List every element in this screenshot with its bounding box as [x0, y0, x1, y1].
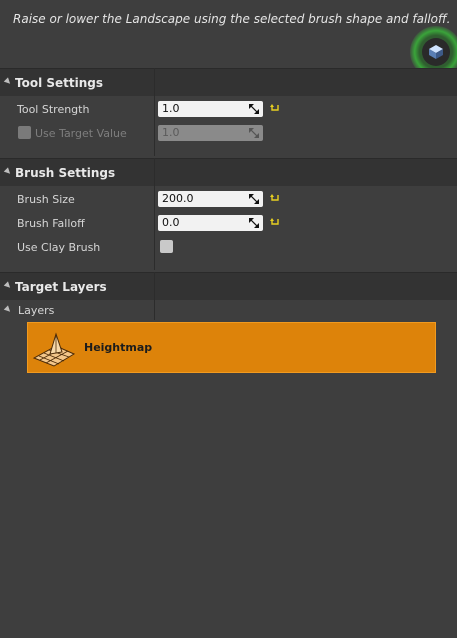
- tool-strength-label: Tool Strength: [17, 102, 90, 116]
- brush-size-field[interactable]: 200.0: [158, 191, 263, 207]
- collapse-arrow-icon[interactable]: [3, 304, 13, 314]
- brush-falloff-value: 0.0: [162, 216, 180, 229]
- tool-strength-field[interactable]: 1.0: [158, 101, 263, 117]
- tool-strength-row: Tool Strength 1.0: [0, 97, 457, 121]
- brush-size-label: Brush Size: [17, 192, 75, 206]
- brush-falloff-field[interactable]: 0.0: [158, 215, 263, 231]
- use-clay-brush-label: Use Clay Brush: [17, 240, 101, 254]
- drag-arrows-icon: [249, 194, 259, 204]
- use-target-value-checkbox[interactable]: [18, 126, 31, 139]
- section-title: Brush Settings: [15, 165, 116, 180]
- section-title: Tool Settings: [15, 75, 104, 90]
- collapse-arrow-icon[interactable]: [3, 76, 13, 86]
- brush-size-row: Brush Size 200.0: [0, 187, 457, 211]
- drag-arrows-icon: [249, 218, 259, 228]
- section-title: Target Layers: [15, 279, 107, 294]
- use-target-value-row: Use Target Value 1.0: [0, 121, 457, 145]
- reset-to-default-icon[interactable]: [270, 194, 280, 204]
- reset-to-default-icon[interactable]: [270, 104, 280, 114]
- brush-size-value: 200.0: [162, 192, 194, 205]
- brush-falloff-label: Brush Falloff: [17, 216, 85, 230]
- use-target-value-label: Use Target Value: [35, 126, 127, 140]
- brush-falloff-row: Brush Falloff 0.0: [0, 211, 457, 235]
- layers-subheader[interactable]: Layers: [0, 302, 457, 319]
- target-value-field[interactable]: 1.0: [158, 125, 263, 141]
- layers-label: Layers: [18, 304, 55, 317]
- tool-settings-header[interactable]: Tool Settings: [0, 68, 457, 96]
- collapse-arrow-icon[interactable]: [3, 166, 13, 176]
- target-value-value: 1.0: [162, 126, 180, 139]
- mode-description: Raise or lower the Landscape using the s…: [13, 12, 451, 26]
- target-layers-header[interactable]: Target Layers: [0, 272, 457, 300]
- reset-to-default-icon[interactable]: [270, 218, 280, 228]
- cube-icon: [422, 38, 450, 66]
- brush-settings-header[interactable]: Brush Settings: [0, 158, 457, 186]
- heightmap-icon: [32, 332, 76, 367]
- tool-strength-value: 1.0: [162, 102, 180, 115]
- collapse-arrow-icon[interactable]: [3, 280, 13, 290]
- drag-arrows-icon: [249, 104, 259, 114]
- layer-name: Heightmap: [84, 341, 153, 354]
- drag-arrows-icon: [249, 128, 259, 138]
- use-clay-brush-row: Use Clay Brush: [0, 235, 457, 259]
- use-clay-brush-checkbox[interactable]: [160, 240, 173, 253]
- layer-item-heightmap[interactable]: Heightmap: [27, 322, 436, 373]
